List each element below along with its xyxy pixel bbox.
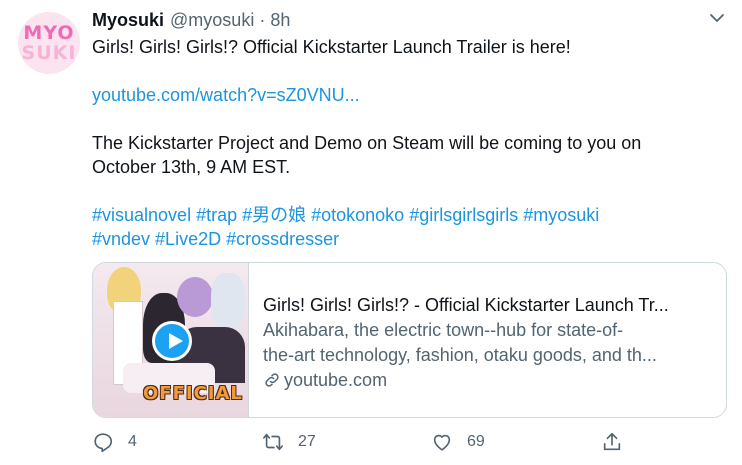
card-title: Girls! Girls! Girls!? - Official Kicksta… — [263, 295, 669, 315]
separator-dot: · — [259, 9, 266, 30]
hashtag-link[interactable]: #girlsgirlsgirls — [409, 205, 518, 225]
hashtag-link[interactable]: #Live2D — [155, 229, 221, 249]
reply-button[interactable]: 4 — [92, 430, 137, 454]
link-icon — [265, 373, 279, 387]
author-name[interactable]: Myosuki — [92, 10, 164, 31]
like-button[interactable]: 69 — [431, 430, 485, 454]
avatar-logo-line2: SUKI — [21, 42, 77, 64]
hashtag-link[interactable]: #visualnovel — [92, 205, 191, 225]
author-handle[interactable]: @myosuki — [170, 10, 254, 31]
tweet-link[interactable]: youtube.com/watch?v=sZ0VNU... — [92, 83, 360, 107]
card-description-line2: the-art technology, fashion, otaku goods… — [263, 345, 657, 365]
card-description-line1: Akihabara, the electric town--hub for st… — [263, 320, 624, 340]
like-count: 69 — [467, 433, 485, 450]
avatar-logo-line1: MYO — [23, 22, 75, 44]
link-preview-card[interactable]: OFFICIAL TR Girls! Girls! Girls!? - Offi… — [92, 262, 727, 418]
avatar[interactable]: MYO SUKI — [18, 12, 80, 74]
card-domain: youtube.com — [263, 368, 714, 392]
share-button[interactable] — [601, 430, 637, 454]
hashtag-link[interactable]: #男の娘 — [242, 205, 306, 225]
tweet-actions: 4 27 69 — [92, 430, 727, 454]
reply-count: 4 — [128, 433, 137, 450]
share-icon — [603, 432, 621, 451]
card-domain-label: youtube.com — [284, 370, 388, 390]
heart-icon — [433, 434, 451, 451]
chevron-down-icon[interactable] — [707, 8, 727, 28]
tweet-announcement-line1: The Kickstarter Project and Demo on Stea… — [92, 133, 642, 153]
hashtag-link[interactable]: #myosuki — [523, 205, 599, 225]
hashtag-link[interactable]: #vndev — [92, 229, 150, 249]
reply-icon — [94, 433, 113, 453]
hashtag-link[interactable]: #crossdresser — [226, 229, 339, 249]
timestamp[interactable]: 8h — [270, 10, 290, 31]
play-icon[interactable] — [152, 321, 192, 361]
hashtags-line1: #visualnovel #trap #男の娘 #otokonoko #girlsgir… — [92, 203, 604, 227]
tweet-announcement-line2: October 13th, 9 AM EST. — [92, 157, 291, 177]
retweet-button[interactable]: 27 — [262, 430, 316, 454]
thumbnail-caption: OFFICIAL TR — [143, 383, 248, 404]
tweet-headline: Girls! Girls! Girls!? Official Kickstart… — [92, 37, 571, 57]
character-hair — [177, 277, 213, 317]
hashtags-line2: #vndev #Live2D #crossdresser — [92, 227, 344, 251]
character-hair — [211, 273, 245, 329]
retweet-count: 27 — [298, 433, 316, 450]
hashtag-link[interactable]: #trap — [196, 205, 237, 225]
video-thumbnail[interactable]: OFFICIAL TR — [93, 263, 249, 417]
hashtag-link[interactable]: #otokonoko — [311, 205, 404, 225]
retweet-icon — [263, 433, 283, 451]
tweet-header: Myosuki @myosuki · 8h — [92, 8, 290, 32]
